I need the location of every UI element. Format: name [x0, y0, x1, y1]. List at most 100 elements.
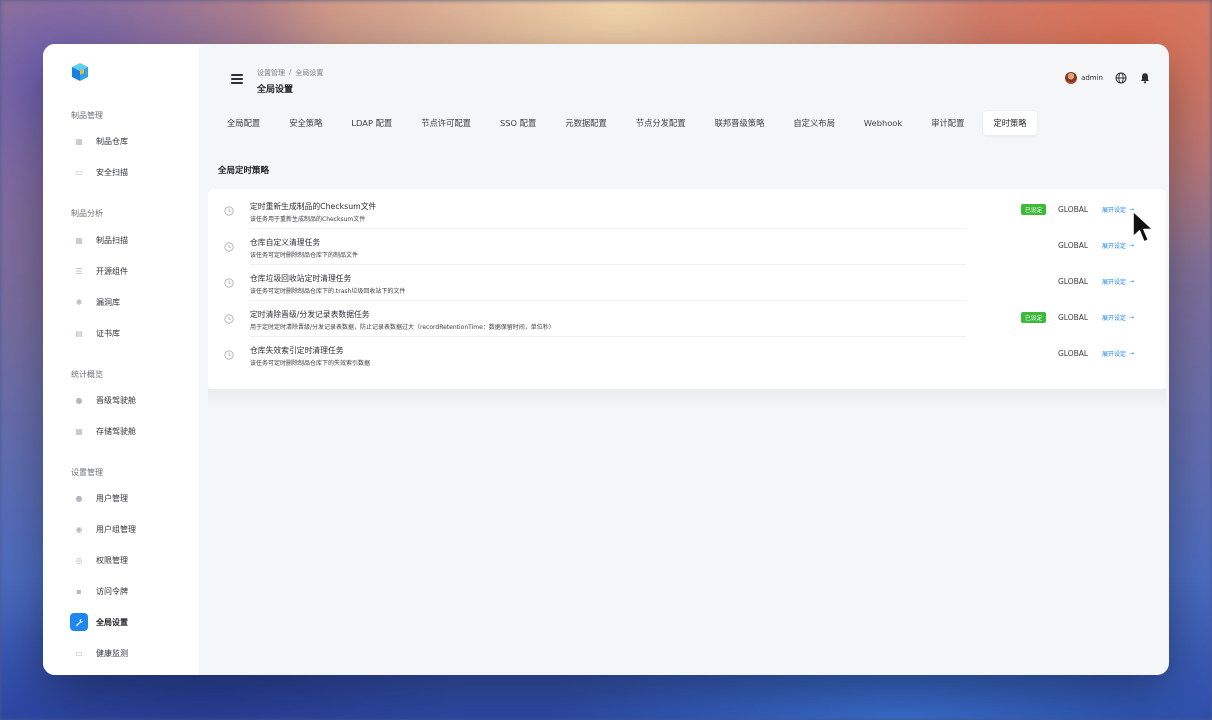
task-scope: GLOBAL [1058, 349, 1089, 358]
tab-node-license[interactable]: 节点许可配置 [411, 111, 481, 135]
username: admin [1081, 74, 1103, 82]
sidebar-item-security-scan[interactable]: ▭ 安全扫描 [70, 161, 190, 183]
link-label: 展开设定 [1102, 279, 1127, 286]
wrench-icon [70, 613, 88, 631]
sidebar-item-licenses[interactable]: ▤ 证书库 [70, 322, 190, 344]
section-title: 全局定时策略 [218, 166, 270, 176]
list-item: 仓库自定义清理任务 该任务可定时删除制品仓库下的制品文件 GLOBAL 展开设定… [208, 229, 1166, 265]
nav-group-title: 统计概览 [71, 370, 103, 379]
sidebar-item-artifact-repo[interactable]: ▦ 制品仓库 [70, 130, 190, 152]
breadcrumb-item[interactable]: 设置管理 [257, 68, 285, 78]
tab-federated-promotion[interactable]: 联邦晋级策略 [705, 111, 775, 135]
user-menu[interactable]: admin [1065, 72, 1103, 84]
list-item: 定时重新生成制品的Checksum文件 该任务用于重新生成制品的Checksum… [208, 193, 1166, 229]
task-description: 该任务可定时删除制品仓库下的.trash垃圾回收站下的文件 [250, 288, 406, 295]
sidebar-item-label: 制品扫描 [96, 235, 128, 245]
tab-metadata[interactable]: 元数据配置 [555, 111, 617, 135]
task-scope: GLOBAL [1058, 241, 1089, 250]
sidebar: 制品管理 ▦ 制品仓库 ▭ 安全扫描 制品分析 ▦ 制品扫描 ☰ 开源组件 ✱ … [43, 44, 199, 675]
status-badge: 已设定 [1021, 312, 1047, 323]
top-bar: 设置管理 / 全局设置 全局设置 admin [199, 44, 1169, 104]
clock-icon [224, 242, 234, 252]
sidebar-item-label: 访问令牌 [96, 586, 128, 596]
link-label: 展开设定 [1102, 315, 1127, 322]
sidebar-item-label: 晋级驾驶舱 [96, 395, 136, 405]
task-name: 仓库自定义清理任务 [250, 238, 321, 247]
tab-security-policy[interactable]: 安全策略 [279, 111, 332, 135]
sidebar-item-label: 存储驾驶舱 [96, 426, 136, 436]
bug-icon: ✱ [75, 297, 83, 307]
monitor-icon: ▭ [75, 648, 83, 658]
task-scope: GLOBAL [1058, 277, 1089, 286]
sidebar-item-open-source[interactable]: ☰ 开源组件 [70, 260, 190, 282]
sidebar-item-promotion-dashboard[interactable]: ● 晋级驾驶舱 [70, 389, 190, 411]
sidebar-item-users[interactable]: ● 用户管理 [70, 487, 190, 509]
sidebar-item-label: 开源组件 [96, 266, 128, 276]
sidebar-item-user-groups[interactable]: ◉ 用户组管理 [70, 518, 190, 540]
task-description: 该任务用于重新生成制品的Checksum文件 [250, 216, 366, 223]
sidebar-item-label: 全局设置 [96, 617, 128, 627]
expand-settings-link[interactable]: 展开设定 → [1102, 241, 1134, 250]
sidebar-item-label: 漏洞库 [96, 297, 120, 307]
tab-ldap[interactable]: LDAP 配置 [341, 111, 402, 135]
link-label: 展开设定 [1102, 351, 1127, 358]
user-group-icon: ◉ [75, 524, 83, 534]
expand-settings-link[interactable]: 展开设定 → [1102, 313, 1134, 322]
sidebar-item-label: 用户组管理 [96, 524, 136, 534]
task-name: 定时清除晋级/分发记录表数据任务 [250, 310, 370, 319]
list-item: 定时清除晋级/分发记录表数据任务 用于定时定时清除晋级/分发记录表数据，防止记录… [208, 301, 1166, 337]
sidebar-item-label: 安全扫描 [96, 167, 128, 177]
scheduled-task-list: 定时重新生成制品的Checksum文件 该任务用于重新生成制品的Checksum… [208, 189, 1166, 389]
task-description: 该任务可定时删除制品仓库下的失效索引数据 [250, 360, 371, 367]
app-window: 制品管理 ▦ 制品仓库 ▭ 安全扫描 制品分析 ▦ 制品扫描 ☰ 开源组件 ✱ … [43, 44, 1169, 675]
sidebar-item-storage-dashboard[interactable]: ▦ 存储驾驶舱 [70, 420, 190, 442]
tab-node-distribution[interactable]: 节点分发配置 [626, 111, 696, 135]
lock-icon: ▪ [76, 586, 82, 596]
sidebar-item-label: 健康监测 [96, 648, 128, 658]
task-name: 定时重新生成制品的Checksum文件 [250, 202, 377, 211]
arrow-right-icon: → [1129, 350, 1135, 357]
menu-toggle-icon[interactable] [231, 74, 243, 84]
tab-global-config[interactable]: 全局配置 [217, 111, 270, 135]
sidebar-item-vulnerabilities[interactable]: ✱ 漏洞库 [70, 291, 190, 313]
status-badge: 已设定 [1021, 204, 1047, 215]
arrow-right-icon: → [1129, 278, 1135, 285]
globe-icon[interactable] [1115, 72, 1127, 84]
bell-icon[interactable] [1139, 72, 1151, 84]
link-label: 展开设定 [1102, 207, 1127, 214]
grid-icon: ▦ [75, 426, 83, 436]
document-icon: ▤ [75, 328, 83, 338]
breadcrumb-separator: / [289, 68, 292, 76]
sidebar-item-label: 用户管理 [96, 493, 128, 503]
sidebar-item-global-settings[interactable]: 全局设置 [70, 611, 190, 633]
clock-icon [224, 206, 234, 216]
sidebar-item-permissions[interactable]: ◎ 权限管理 [70, 549, 190, 571]
nav-group-title: 设置管理 [71, 468, 103, 477]
sidebar-item-access-tokens[interactable]: ▪ 访问令牌 [70, 580, 190, 602]
sidebar-item-health-monitor[interactable]: ▭ 健康监测 [70, 642, 190, 664]
tab-custom-layout[interactable]: 自定义布局 [783, 111, 845, 135]
header-actions: admin [1065, 72, 1151, 84]
expand-settings-link[interactable]: 展开设定 → [1102, 277, 1134, 286]
avatar [1065, 72, 1078, 84]
expand-settings-link[interactable]: 展开设定 → [1102, 349, 1134, 358]
breadcrumb-item: 全局设置 [295, 69, 324, 77]
clock-icon [224, 314, 234, 324]
users-icon: ● [75, 493, 83, 503]
tab-scheduled-policy[interactable]: 定时策略 [983, 111, 1037, 135]
sidebar-item-artifact-scan[interactable]: ▦ 制品扫描 [70, 229, 190, 251]
nav-group-title: 制品分析 [71, 209, 103, 218]
tab-sso[interactable]: SSO 配置 [490, 111, 546, 135]
list-item: 仓库垃圾回收站定时清理任务 该任务可定时删除制品仓库下的.trash垃圾回收站下… [208, 265, 1166, 301]
page-title: 全局设置 [257, 85, 294, 95]
sidebar-item-label: 证书库 [96, 328, 120, 338]
grid-icon: ▦ [75, 235, 83, 245]
breadcrumb: 设置管理 / 全局设置 [257, 68, 323, 78]
user-icon: ● [75, 395, 83, 405]
clock-icon [224, 278, 234, 288]
clock-icon [224, 350, 234, 360]
expand-settings-link[interactable]: 展开设定 → [1102, 205, 1134, 214]
task-scope: GLOBAL [1058, 313, 1089, 322]
tab-audit[interactable]: 审计配置 [921, 111, 974, 135]
tab-webhook[interactable]: Webhook [854, 112, 912, 134]
